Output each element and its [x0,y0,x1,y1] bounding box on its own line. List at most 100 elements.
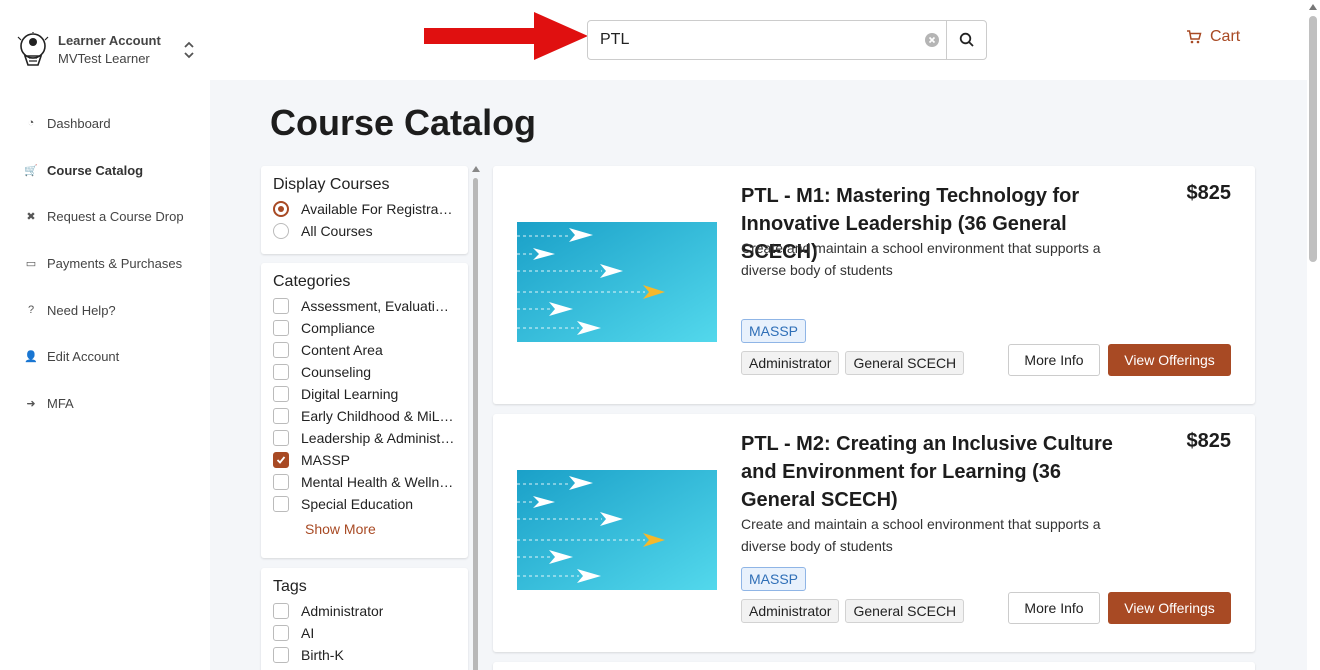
cart-icon: 🛒 [24,164,38,177]
course-description: Create and maintain a school environment… [741,240,1101,278]
sidebar-item-request-a-course-drop[interactable]: ✖ Request a Course Drop [0,193,210,240]
radio-button[interactable] [273,201,289,217]
option-label: AI [301,625,315,641]
search-input[interactable] [588,21,918,59]
filter-option[interactable]: Special Education [273,493,456,515]
page-scrollbar-thumb[interactable] [1309,16,1317,262]
filter-option[interactable]: Compliance [273,317,456,339]
account-title: Learner Account [58,33,161,48]
search-bar [587,20,987,60]
option-label: Special Education [301,496,414,512]
checkbox[interactable] [273,364,289,380]
filter-option[interactable]: Administrator [273,600,456,622]
paper-planes-image [517,470,717,590]
tags-title: Tags [273,578,307,595]
cart-link[interactable]: Cart [1186,28,1240,46]
categories-title: Categories [273,273,351,290]
filter-option[interactable]: Assessment, Evaluation & Research [273,295,456,317]
checkbox[interactable] [273,298,289,314]
course-tag: Administrator [741,599,840,623]
sidebar-item-dashboard[interactable]: ◔ Dashboard [0,100,210,147]
filter-option[interactable]: Digital Learning [273,383,456,405]
display-option[interactable]: Available For Registration [273,198,456,220]
sidebar-item-edit-account[interactable]: 👤 Edit Account [0,333,210,380]
sidebar-item-need-help[interactable]: ? Need Help? [0,287,210,334]
checkbox[interactable] [273,386,289,402]
category-badge: MASSP [741,567,807,591]
view-offerings-button[interactable]: View Offerings [1108,344,1231,376]
x-icon: ✖ [26,211,36,224]
display-option[interactable]: All Courses [273,220,456,242]
sidebar-item-course-catalog[interactable]: 🛒 Course Catalog [0,147,210,194]
option-label: Assessment, Evaluation & Research [301,298,456,314]
sidebar-item-payments-purchases[interactable]: ▭ Payments & Purchases [0,240,210,287]
clear-search-button[interactable] [918,21,946,59]
checkbox[interactable] [273,320,289,336]
checkbox[interactable] [273,496,289,512]
sidebar-item-label: Dashboard [47,115,111,131]
course-card: PTL - M2: Creating an Inclusive Culture … [493,414,1255,652]
course-card [493,662,1255,670]
filter-option[interactable]: Content Area [273,339,456,361]
filter-option[interactable]: MASSP [273,449,456,471]
filter-option[interactable]: Mental Health & Wellness [273,471,456,493]
sidebar-item-label: MFA [47,395,74,411]
option-label: Digital Learning [301,386,399,402]
credit-card-icon: ▭ [25,257,37,270]
search-button[interactable] [946,21,986,59]
more-info-button[interactable]: More Info [1008,592,1100,624]
user-icon: 👤 [24,351,38,364]
filter-option[interactable]: Leadership & Administration [273,427,456,449]
filter-option[interactable]: AI [273,622,456,644]
filter-option[interactable]: Early Childhood & MiLEAP [273,405,456,427]
scroll-up-arrow-icon[interactable] [472,166,480,172]
filter-option[interactable]: Birth-K [273,644,456,666]
sidebar-nav: ◔ Dashboard 🛒 Course Catalog ✖ Request a Cour… [0,100,210,427]
filters-scrollbar[interactable] [472,166,480,670]
page-scrollbar[interactable] [1307,0,1320,670]
option-label: Administrator [301,603,384,619]
cart-label: Cart [1210,28,1241,45]
checkbox[interactable] [273,342,289,358]
sidebar-item-label: Request a Course Drop [47,209,184,225]
course-tag: General SCECH [845,351,965,375]
course-tag: Administrator [741,351,840,375]
sidebar-item-label: Payments & Purchases [47,255,183,271]
show-more-link[interactable]: Show More [273,521,456,537]
checkbox[interactable] [273,625,289,641]
tags-panel: Tags Administrator AI Birth-K [261,568,468,670]
chevron-up-down-icon[interactable] [182,38,196,62]
view-offerings-button[interactable]: View Offerings [1108,592,1231,624]
more-info-button[interactable]: More Info [1008,344,1100,376]
scroll-up-arrow-icon[interactable] [1309,4,1317,10]
checkmark-icon [276,456,286,464]
option-label: Content Area [301,342,383,358]
checkbox[interactable] [273,647,289,663]
sidebar: Learner Account MVTest Learner ◔ Dashboar… [0,0,210,670]
filters-scrollbar-thumb[interactable] [473,178,478,670]
checkbox[interactable] [273,430,289,446]
account-switcher[interactable]: Learner Account MVTest Learner [16,30,196,70]
option-label: Birth-K [301,647,344,663]
course-price: $825 [1186,430,1232,452]
checkbox[interactable] [273,408,289,424]
checkbox[interactable] [273,474,289,490]
radio-button[interactable] [273,223,289,239]
checkbox[interactable] [273,603,289,619]
course-description: Create and maintain a school environment… [741,516,1101,554]
paper-planes-image [517,222,717,342]
option-label: All Courses [301,223,373,239]
course-title[interactable]: PTL - M2: Creating an Inclusive Culture … [741,430,1141,514]
red-arrow-annotation-icon [424,12,588,60]
question-icon: ? [27,304,35,317]
sidebar-item-mfa[interactable]: ➜ MFA [0,380,210,427]
filter-option[interactable]: Counseling [273,361,456,383]
checkbox[interactable] [273,452,289,468]
account-user: MVTest Learner [58,51,150,66]
page-title: Course Catalog [270,102,537,143]
option-label: Available For Registration [301,201,456,217]
option-label: Early Childhood & MiLEAP [301,408,456,424]
main-content: Course Catalog Display Courses Available… [210,80,1307,670]
course-card: PTL - M1: Mastering Technology for Innov… [493,166,1255,404]
course-price: $825 [1186,182,1232,204]
